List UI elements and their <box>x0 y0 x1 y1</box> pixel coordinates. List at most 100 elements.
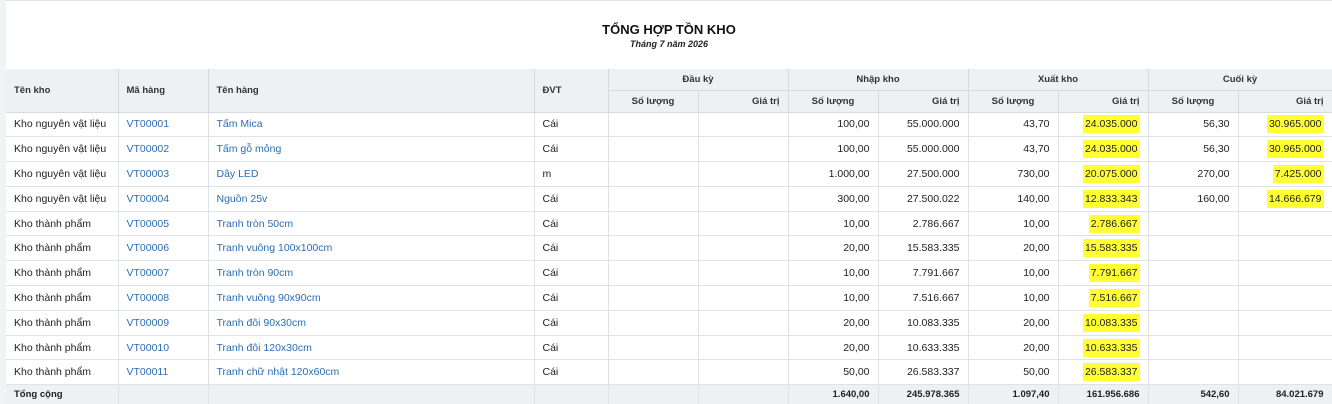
cell-received-value: 27.500.000 <box>878 161 969 187</box>
cell-opening-value <box>698 211 789 237</box>
table-row[interactable]: Kho thành phẩm VT00010 Tranh đôi 120x30cm C… <box>6 335 1332 361</box>
table-row[interactable]: Kho nguyên vật liệu VT00002 Tấm gỗ mỏng Cái… <box>6 136 1332 163</box>
cell-issued-qty: 140,00 <box>968 186 1059 212</box>
cell-closing-qty: 56,30 <box>1148 136 1239 163</box>
header-opening-value[interactable]: Giá trị <box>698 90 789 113</box>
cell-issued-qty: 43,70 <box>968 136 1059 163</box>
cell-unit: Cái <box>534 310 609 336</box>
cell-closing-value: 30.965.000 <box>1238 112 1332 138</box>
highlighted-value: 7.516.667 <box>1088 288 1140 307</box>
cell-issued-qty: 43,70 <box>968 112 1059 138</box>
cell-item-code[interactable]: VT00004 <box>118 186 209 212</box>
cell-issued-qty: 20,00 <box>968 235 1059 262</box>
header-warehouse[interactable]: Tên kho <box>6 69 119 113</box>
cell-unit: Cái <box>534 186 609 212</box>
cell-received-qty: 20,00 <box>788 235 879 262</box>
cell-item-name[interactable]: Tranh chữ nhật 120x60cm <box>208 359 535 386</box>
cell-closing-value <box>1238 235 1332 262</box>
cell-item-name[interactable]: Tranh tròn 50cm <box>208 211 535 237</box>
table-row[interactable]: Kho thành phẩm VT00008 Tranh vuông 90x90cm… <box>6 285 1332 311</box>
cell-issued-value: 26.583.337 <box>1058 359 1149 386</box>
total-label: Tổng cộng <box>6 384 119 404</box>
header-opening-qty[interactable]: Số lượng <box>608 90 699 113</box>
cell-item-name[interactable]: Dây LED <box>208 161 535 187</box>
cell-closing-value <box>1238 310 1332 336</box>
table-row[interactable]: Kho nguyên vật liệu VT00003 Dây LED m 1.000,… <box>6 161 1332 187</box>
table-row[interactable]: Kho thành phẩm VT00006 Tranh vuông 100x100… <box>6 235 1332 262</box>
cell-item-name[interactable]: Nguồn 25v <box>208 186 535 212</box>
cell-closing-value: 7.425.000 <box>1238 161 1332 187</box>
table-row[interactable]: Kho nguyên vật liệu VT00004 Nguồn 25v Cái 30… <box>6 186 1332 212</box>
cell-received-value: 27.500.022 <box>878 186 969 212</box>
header-issued-qty[interactable]: Số lượng <box>968 90 1059 113</box>
cell-item-name[interactable]: Tranh đôi 120x30cm <box>208 335 535 361</box>
cell-item-code[interactable]: VT00003 <box>118 161 209 187</box>
cell-opening-value <box>698 335 789 361</box>
cell-item-name[interactable]: Tranh tròn 90cm <box>208 260 535 287</box>
table-row[interactable]: Kho thành phẩm VT00007 Tranh tròn 90cm Cái 1… <box>6 260 1332 287</box>
cell-item-code[interactable]: VT00007 <box>118 260 209 287</box>
cell-item-code[interactable]: VT00011 <box>118 359 209 386</box>
table-row[interactable]: Kho thành phẩm VT00005 Tranh tròn 50cm Cái 1… <box>6 211 1332 237</box>
header-issued-value[interactable]: Giá trị <box>1058 90 1149 113</box>
highlighted-value: 30.965.000 <box>1266 115 1324 134</box>
cell-received-value: 15.583.335 <box>878 235 969 262</box>
header-received-value[interactable]: Giá trị <box>878 90 969 113</box>
cell-opening-qty <box>608 161 699 187</box>
total-received-qty: 1.640,00 <box>788 384 879 404</box>
table-row[interactable]: Kho nguyên vật liệu VT00001 Tấm Mica Cái 100… <box>6 112 1332 138</box>
cell-opening-value <box>698 112 789 138</box>
cell-item-name[interactable]: Tranh vuông 100x100cm <box>208 235 535 262</box>
cell-warehouse: Kho nguyên vật liệu <box>6 136 119 163</box>
cell-unit: Cái <box>534 285 609 311</box>
cell-received-value: 10.633.335 <box>878 335 969 361</box>
cell-issued-value: 24.035.000 <box>1058 112 1149 138</box>
cell-opening-value <box>698 260 789 287</box>
cell-issued-qty: 50,00 <box>968 359 1059 386</box>
header-received-qty[interactable]: Số lượng <box>788 90 879 113</box>
cell-unit: Cái <box>534 260 609 287</box>
header-closing-value[interactable]: Giá trị <box>1238 90 1332 113</box>
cell-received-value: 7.791.667 <box>878 260 969 287</box>
cell-received-qty: 10,00 <box>788 260 879 287</box>
report-subtitle: Tháng 7 năm 2026 <box>629 39 709 49</box>
cell-opening-value <box>698 161 789 187</box>
cell-opening-qty <box>608 285 699 311</box>
cell-item-name[interactable]: Tranh vuông 90x90cm <box>208 285 535 311</box>
total-issued-qty: 1.097,40 <box>968 384 1059 404</box>
cell-item-code[interactable]: VT00002 <box>118 136 209 163</box>
header-item-name[interactable]: Tên hàng <box>208 69 535 113</box>
header-group-received: Nhập kho <box>788 69 969 91</box>
cell-item-code[interactable]: VT00001 <box>118 112 209 138</box>
cell-closing-qty <box>1148 260 1239 287</box>
header-unit[interactable]: ĐVT <box>534 69 609 113</box>
cell-issued-value: 2.786.667 <box>1058 211 1149 237</box>
cell-warehouse: Kho thành phẩm <box>6 235 119 262</box>
cell-item-code[interactable]: VT00008 <box>118 285 209 311</box>
cell-item-name[interactable]: Tranh đôi 90x30cm <box>208 310 535 336</box>
cell-issued-qty: 10,00 <box>968 260 1059 287</box>
header-closing-qty[interactable]: Số lượng <box>1148 90 1239 113</box>
cell-item-code[interactable]: VT00009 <box>118 310 209 336</box>
cell-item-code[interactable]: VT00005 <box>118 211 209 237</box>
cell-closing-value <box>1238 211 1332 237</box>
highlighted-value: 7.791.667 <box>1088 264 1140 283</box>
table-row[interactable]: Kho thành phẩm VT00009 Tranh đôi 90x30cm Cá… <box>6 310 1332 336</box>
cell-issued-qty: 20,00 <box>968 310 1059 336</box>
table-row[interactable]: Kho thành phẩm VT00011 Tranh chữ nhật 120x… <box>6 359 1332 386</box>
cell-opening-value <box>698 235 789 262</box>
cell-item-name[interactable]: Tấm gỗ mỏng <box>208 136 535 163</box>
cell-closing-qty: 270,00 <box>1148 161 1239 187</box>
cell-closing-value <box>1238 260 1332 287</box>
cell-issued-value: 15.583.335 <box>1058 235 1149 262</box>
cell-opening-qty <box>608 260 699 287</box>
cell-closing-qty <box>1148 285 1239 311</box>
cell-unit: Cái <box>534 136 609 163</box>
cell-item-code[interactable]: VT00006 <box>118 235 209 262</box>
highlighted-value: 20.075.000 <box>1082 164 1140 183</box>
cell-item-code[interactable]: VT00010 <box>118 335 209 361</box>
cell-received-qty: 20,00 <box>788 335 879 361</box>
cell-received-value: 55.000.000 <box>878 136 969 163</box>
cell-item-name[interactable]: Tấm Mica <box>208 112 535 138</box>
header-item-code[interactable]: Mã hàng <box>118 69 209 113</box>
